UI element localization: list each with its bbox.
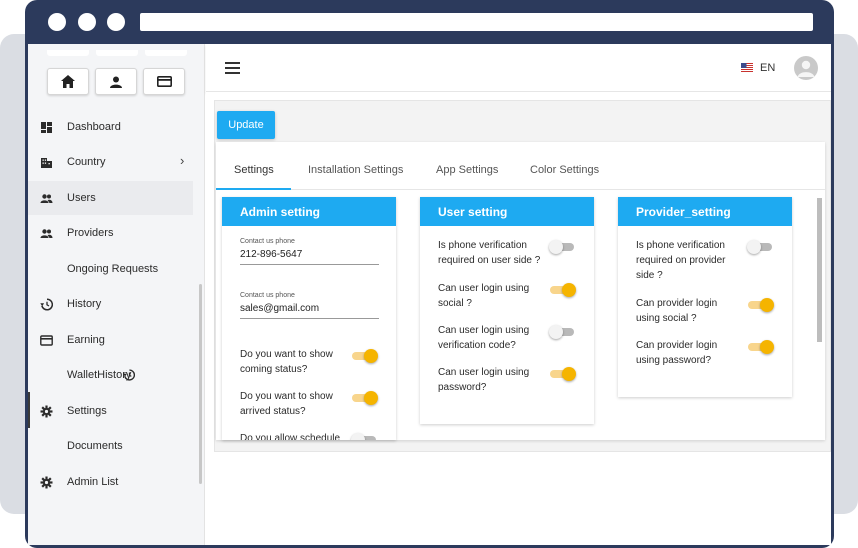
user-icon (110, 76, 122, 88)
toggle-label: Can user login using verification code? (438, 325, 530, 351)
topbar: EN (206, 44, 831, 92)
tab-color-settings[interactable]: Color Settings (530, 164, 599, 176)
update-button[interactable]: Update (217, 111, 275, 139)
sidebar-item-admin-list[interactable]: Admin List (28, 465, 193, 499)
tab-app-settings[interactable]: App Settings (436, 164, 498, 176)
coming-status-toggle[interactable] (352, 349, 378, 363)
sidebar-item-earning[interactable]: Earning (28, 323, 193, 357)
browser-frame: Dashboard Country › Users Providers Ongo… (25, 0, 834, 548)
tab-installation-settings[interactable]: Installation Settings (308, 164, 403, 176)
toggle-label: Is phone verification required on user s… (438, 240, 541, 266)
window-dot (107, 13, 125, 31)
field-value[interactable]: 212-896-5647 (240, 249, 379, 265)
home-button[interactable] (47, 68, 89, 95)
active-tab-indicator (216, 188, 291, 190)
history-icon (123, 369, 135, 381)
dashboard-icon (41, 122, 52, 133)
settings-tabs: Settings Installation Settings App Setti… (216, 142, 825, 190)
building-icon (41, 158, 52, 168)
profile-button[interactable] (95, 68, 137, 95)
main-content: Update Settings Installation Settings Ap… (206, 92, 831, 545)
provider-password-login-toggle[interactable] (748, 340, 774, 354)
menu-icon[interactable] (225, 62, 240, 74)
sidebar-item-label: Documents (67, 440, 123, 452)
user-verification-code-toggle[interactable] (549, 325, 576, 339)
sidebar-item-label: Earning (67, 334, 105, 346)
app-screen: Dashboard Country › Users Providers Ongo… (28, 44, 831, 545)
sidebar-item-documents[interactable]: Documents (28, 429, 193, 463)
sidebar: Dashboard Country › Users Providers Ongo… (28, 44, 205, 545)
gear-icon (40, 405, 53, 418)
sidebar-item-history[interactable]: History (28, 287, 193, 321)
window-dot (78, 13, 96, 31)
tab-settings[interactable]: Settings (234, 164, 274, 176)
toggle-label: Do you want to show coming status? (240, 349, 333, 375)
user-social-login-toggle[interactable] (550, 283, 576, 297)
sidebar-item-label: Ongoing Requests (67, 263, 159, 275)
provider-social-login-toggle[interactable] (748, 298, 774, 312)
sidebar-item-label: WalletHistory (67, 369, 132, 381)
sidebar-item-country[interactable]: Country › (28, 145, 193, 179)
panel-scrollbar-thumb[interactable] (817, 198, 822, 342)
sidebar-item-wallet-history[interactable]: WalletHistory (28, 358, 193, 392)
sidebar-item-users[interactable]: Users (28, 181, 193, 215)
browser-titlebar (25, 0, 834, 44)
sidebar-item-settings[interactable]: Settings (28, 394, 193, 428)
sidebar-item-label: Providers (67, 227, 114, 239)
sidebar-item-providers[interactable]: Providers (28, 216, 193, 250)
sidebar-item-label: Dashboard (67, 121, 121, 133)
user-phone-verification-toggle[interactable] (549, 240, 576, 254)
home-icon (61, 75, 75, 88)
sidebar-item-dashboard[interactable]: Dashboard (28, 110, 193, 144)
toggle-label: Do you allow schedule (240, 433, 341, 440)
toggle-label: Is phone verification required on provid… (636, 240, 726, 281)
user-setting-card: User setting Is phone verification requi… (420, 197, 594, 424)
toggle-label: Can provider login using social ? (636, 298, 718, 324)
settings-panel: Settings Installation Settings App Setti… (216, 142, 825, 440)
contact-email-field[interactable]: Contact us phone sales@gmail.com (240, 292, 379, 319)
card-icon (40, 335, 53, 346)
arrived-status-toggle[interactable] (352, 391, 378, 405)
active-indicator (28, 392, 30, 428)
contact-phone-field[interactable]: Contact us phone 212-896-5647 (240, 238, 379, 265)
payment-button[interactable] (143, 68, 185, 95)
user-icon (797, 60, 815, 77)
sidebar-item-label: Users (67, 192, 96, 204)
language-selector[interactable]: EN (760, 62, 775, 74)
users-icon (40, 194, 53, 203)
admin-setting-card: Admin setting Contact us phone 212-896-5… (222, 197, 396, 440)
sidebar-item-label: Admin List (67, 476, 119, 488)
card-title: User setting (420, 197, 594, 226)
toggle-label: Can provider login using password? (636, 340, 718, 366)
provider-setting-card: Provider_setting Is phone verification r… (618, 197, 792, 397)
sidebar-tab-edges (47, 50, 187, 56)
schedule-toggle[interactable] (351, 433, 378, 440)
gear-icon (40, 476, 53, 489)
window-dot (48, 13, 66, 31)
address-bar[interactable] (140, 13, 813, 31)
sidebar-item-label: History (67, 298, 102, 310)
card-title: Provider_setting (618, 197, 792, 226)
card-title: Admin setting (222, 197, 396, 226)
sidebar-scrollbar[interactable] (199, 284, 202, 484)
provider-phone-verification-toggle[interactable] (747, 240, 774, 254)
field-value[interactable]: sales@gmail.com (240, 303, 379, 319)
history-icon (40, 298, 53, 311)
toggle-label: Can user login using password? (438, 367, 530, 393)
chevron-right-icon: › (180, 153, 185, 168)
user-password-login-toggle[interactable] (550, 367, 576, 381)
toggle-label: Do you want to show arrived status? (240, 391, 333, 417)
us-flag-icon (741, 63, 753, 72)
card-icon (156, 76, 172, 87)
avatar[interactable] (794, 56, 818, 80)
field-label: Contact us phone (240, 292, 295, 299)
providers-icon (40, 229, 53, 238)
sidebar-item-ongoing-requests[interactable]: Ongoing Requests (28, 252, 193, 286)
toggle-label: Can user login using social ? (438, 283, 530, 309)
field-label: Contact us phone (240, 238, 295, 245)
sidebar-item-label: Country (67, 156, 106, 168)
sidebar-item-label: Settings (67, 405, 107, 417)
